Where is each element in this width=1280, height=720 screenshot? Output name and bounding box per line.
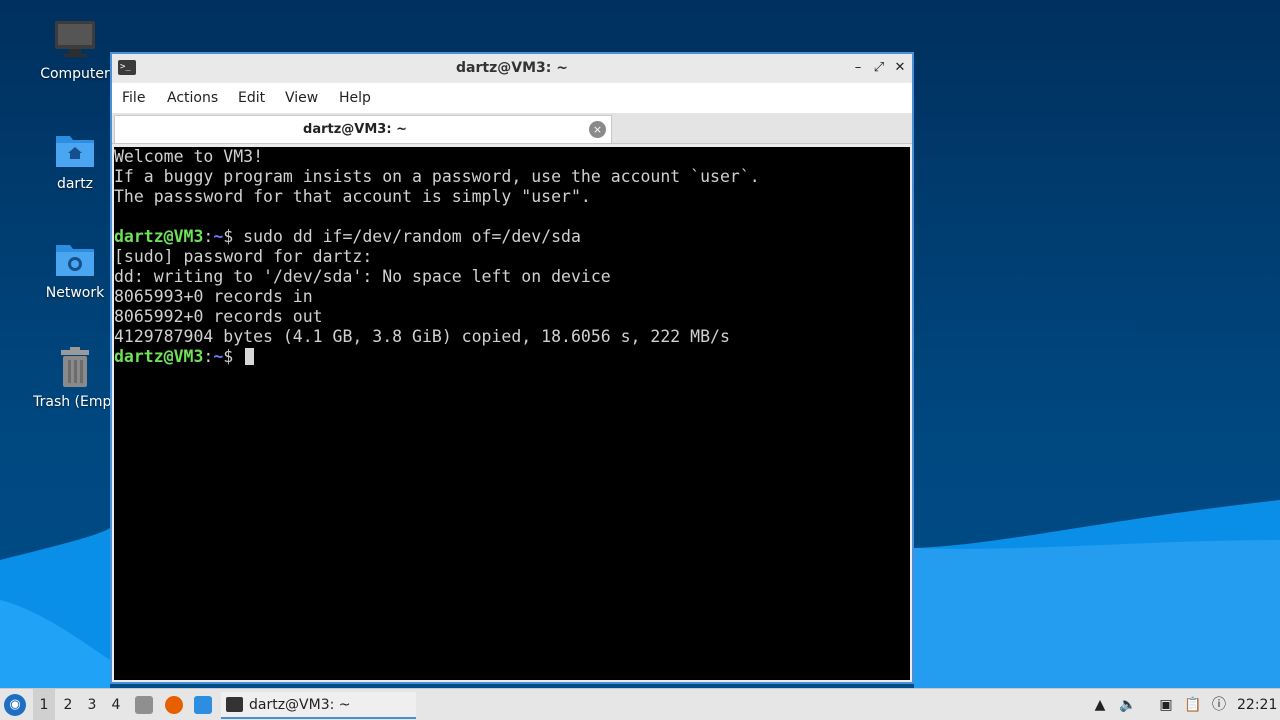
taskbar: ◉ 1 2 3 4 dartz@VM3: ~ ▲ 🔈 ▣ 📋 ⓘ 22:21 [0,688,1280,720]
terminal-line: 8065992+0 records out [114,307,323,326]
menu-file[interactable]: File [122,83,145,113]
prompt-path: ~ [213,347,224,366]
terminal-line: If a buggy program insists on a password… [114,167,760,186]
prompt-colon: : [203,227,214,246]
prompt-symbol: $ [223,347,244,366]
terminal-line: 4129787904 bytes (4.1 GB, 3.8 GiB) copie… [114,327,730,346]
window-title: dartz@VM3: ~ [456,60,568,76]
volume-icon[interactable]: 🔈 [1119,696,1137,714]
tab-close-icon[interactable]: × [589,121,606,138]
terminal-output[interactable]: Welcome to VM3! If a buggy program insis… [114,147,910,680]
tab-label: dartz@VM3: ~ [303,122,407,137]
workspace-2[interactable]: 2 [57,689,79,720]
trash-icon [61,347,89,387]
home-folder-icon [56,136,94,167]
prompt-user: dartz@VM3 [114,227,204,246]
minimize-button[interactable]: – [848,58,868,78]
workspace-4[interactable]: 4 [105,689,127,720]
maximize-button[interactable]: ⤢ [869,58,889,78]
firefox-icon[interactable] [165,696,183,714]
clipboard-icon[interactable]: 📋 [1184,696,1202,714]
terminal-line: [sudo] password for dartz: [114,247,373,266]
tab-bar: dartz@VM3: ~ × [112,113,912,144]
menu-view[interactable]: View [285,83,318,113]
close-button[interactable]: ✕ [890,58,910,78]
network-folder-icon [56,245,94,276]
terminal-window: >_ dartz@VM3: ~ – ⤢ ✕ File Actions Edit … [110,52,914,684]
terminal-line: dd: writing to '/dev/sda': No space left… [114,267,611,286]
terminal-line: 8065993+0 records in [114,287,313,306]
text-cursor [245,348,255,365]
prompt-symbol: $ [223,227,244,246]
show-desktop-icon[interactable] [194,696,212,714]
taskbar-terminal-task[interactable]: dartz@VM3: ~ [221,692,416,719]
start-menu-button[interactable]: ◉ [4,694,26,716]
clock[interactable]: 22:21 [1237,689,1277,720]
command-text: sudo dd if=/dev/random of=/dev/sda [243,227,581,246]
tab-terminal[interactable]: dartz@VM3: ~ × [114,115,612,143]
tray-up-arrow-icon[interactable]: ▲ [1091,696,1109,714]
prompt-path: ~ [213,227,224,246]
workspace-3[interactable]: 3 [81,689,103,720]
prompt-colon: : [203,347,214,366]
network-tray-icon[interactable]: ▣ [1157,696,1175,714]
menu-edit[interactable]: Edit [238,83,265,113]
prompt-user: dartz@VM3 [114,347,204,366]
menu-actions[interactable]: Actions [167,83,218,113]
computer-icon [55,21,95,57]
terminal-command-line: dartz@VM3:~$ sudo dd if=/dev/random of=/… [114,227,910,247]
menu-help[interactable]: Help [339,83,371,113]
window-titlebar[interactable]: >_ dartz@VM3: ~ – ⤢ ✕ [112,54,912,82]
terminal-line: The passsword for that account is simply… [114,187,591,206]
workspace-1[interactable]: 1 [33,689,55,720]
notification-icon[interactable]: ⓘ [1210,696,1228,714]
task-label: dartz@VM3: ~ [249,697,351,713]
file-manager-icon[interactable] [135,696,153,714]
terminal-current-prompt: dartz@VM3:~$ [114,347,910,367]
menu-bar: File Actions Edit View Help [112,83,912,113]
terminal-line: Welcome to VM3! [114,147,264,166]
terminal-task-icon [226,697,243,712]
